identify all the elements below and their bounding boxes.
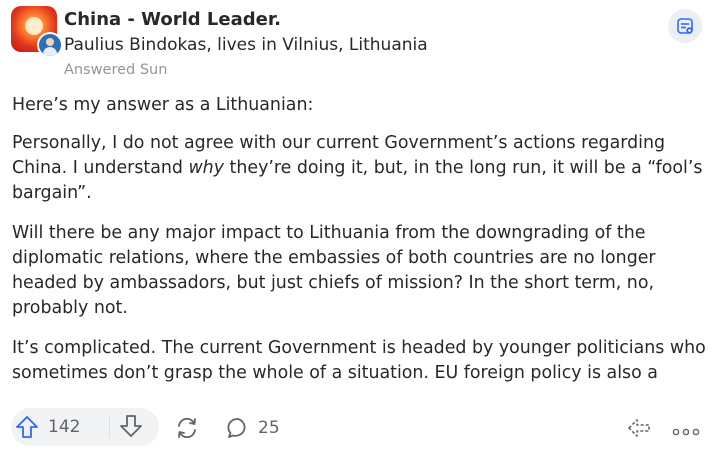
arrow-down-icon bbox=[120, 415, 142, 437]
share-icon bbox=[677, 18, 693, 34]
answer-paragraph: Will there be any major impact to Lithua… bbox=[12, 223, 656, 318]
answer-paragraph: It’s complicated. The current Government… bbox=[12, 338, 706, 383]
repost-icon bbox=[628, 419, 650, 437]
more-dots-icon bbox=[672, 428, 700, 436]
upvote-button[interactable]: 142 bbox=[14, 412, 80, 442]
content-fade bbox=[0, 380, 720, 402]
reshare-button[interactable] bbox=[174, 415, 200, 445]
answer-paragraph: Here’s my answer as a Lithuanian: bbox=[12, 95, 314, 115]
author-credential[interactable]: Paulius Bindokas, lives in Vilnius, Lith… bbox=[64, 35, 428, 55]
author-avatar[interactable] bbox=[37, 32, 63, 58]
arrow-up-icon bbox=[16, 416, 38, 438]
answer-content: Here’s my answer as a Lithuanian: Person… bbox=[12, 93, 712, 401]
downvote-button[interactable] bbox=[118, 413, 144, 443]
comments-button[interactable]: 25 bbox=[226, 414, 280, 442]
answer-header: China - World Leader. Paulius Bindokas, … bbox=[0, 0, 720, 88]
emphasis-text: why bbox=[188, 158, 224, 178]
action-bar: 142 25 bbox=[0, 402, 720, 449]
comment-count: 25 bbox=[258, 418, 280, 438]
comment-bubble-icon bbox=[227, 418, 246, 438]
sun-shape bbox=[25, 17, 43, 35]
vote-divider bbox=[109, 416, 110, 438]
answer-paragraph: Personally, I do not agree with our curr… bbox=[12, 133, 703, 203]
upvote-count: 142 bbox=[48, 417, 81, 437]
repost-button[interactable] bbox=[625, 416, 653, 444]
more-options-button[interactable] bbox=[672, 422, 700, 441]
space-name[interactable]: China - World Leader. bbox=[64, 9, 281, 30]
share-button[interactable] bbox=[668, 9, 702, 43]
reshare-icon bbox=[178, 417, 196, 439]
answered-timestamp[interactable]: Answered Sun bbox=[64, 62, 167, 78]
